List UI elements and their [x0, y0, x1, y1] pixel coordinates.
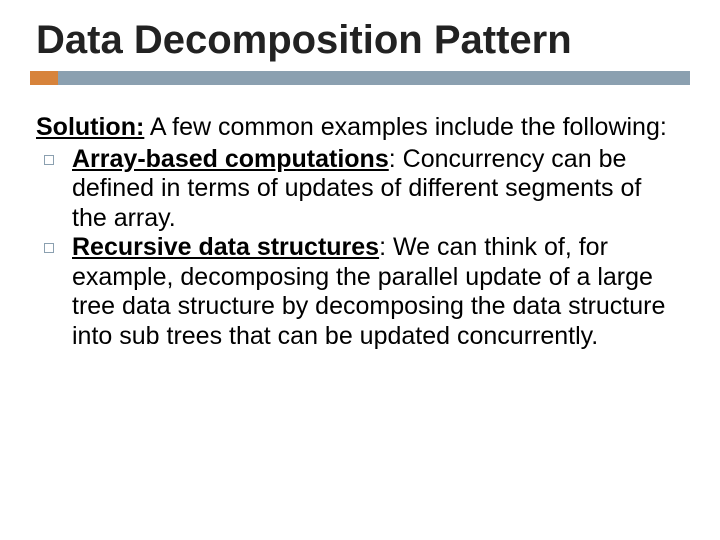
list-item-title: Array-based computations [72, 145, 389, 173]
body-content: Solution: A few common examples include … [30, 113, 690, 351]
list-item: Array-based computations: Concurrency ca… [36, 145, 680, 234]
bullet-icon [44, 155, 54, 165]
intro-text: A few common examples include the follow… [144, 113, 667, 141]
solution-label: Solution: [36, 113, 144, 141]
intro-line: Solution: A few common examples include … [36, 113, 680, 143]
list-item: Recursive data structures: We can think … [36, 233, 680, 351]
accent-bar-left [30, 71, 58, 85]
slide-title: Data Decomposition Pattern [30, 18, 690, 63]
list-item-title: Recursive data structures [72, 233, 379, 261]
accent-bar [30, 71, 690, 85]
bullet-icon [44, 243, 54, 253]
accent-bar-right [58, 71, 690, 85]
slide: Data Decomposition Pattern Solution: A f… [0, 0, 720, 540]
bullet-list: Array-based computations: Concurrency ca… [36, 145, 680, 352]
